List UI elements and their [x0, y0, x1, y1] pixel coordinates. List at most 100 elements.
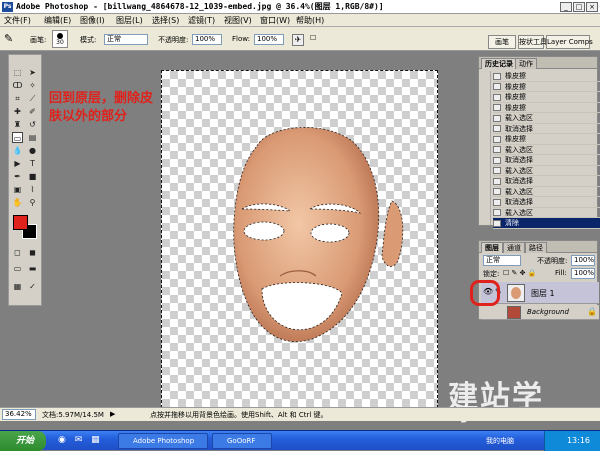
tab-paths[interactable]: 路径 [525, 242, 547, 253]
history-source-column [481, 71, 491, 225]
screen-mode-2-icon[interactable]: ▬ [27, 263, 38, 274]
hand-tool-icon[interactable]: ✋ [12, 197, 23, 208]
well-tab-brushes[interactable]: 画笔 [488, 35, 516, 49]
lasso-tool-icon[interactable]: ↀ [12, 80, 23, 91]
eraser-icon [493, 135, 501, 143]
healing-brush-icon[interactable]: ✚ [12, 106, 23, 117]
history-item[interactable]: 载入选区 [493, 187, 600, 197]
layer-opacity-field[interactable]: 100% [571, 255, 595, 266]
start-button[interactable]: 开始 [0, 431, 46, 451]
well-tab-tool-presets[interactable]: 按状工具 [518, 35, 547, 49]
lock-icons[interactable]: ☐ ✎ ✥ 🔒 [503, 269, 536, 277]
marquee-tool-icon[interactable]: ⬚ [12, 67, 23, 78]
history-item[interactable]: 橡皮擦 [493, 103, 600, 113]
history-item[interactable]: 橡皮擦 [493, 71, 600, 82]
well-tab-layer-comps[interactable]: Layer Comps [546, 35, 593, 49]
system-tray-clock[interactable]: 13:16 [544, 431, 600, 451]
tab-actions[interactable]: 动作 [515, 58, 537, 69]
history-item[interactable]: 载入选区 [493, 208, 600, 218]
path-select-icon[interactable]: ▶ [12, 158, 23, 169]
dodge-tool-icon[interactable]: ● [27, 145, 38, 156]
zoom-field[interactable]: 36.42% [2, 409, 36, 420]
history-item[interactable]: 取消选择 [493, 124, 600, 134]
selection-icon [493, 114, 501, 122]
mode-select[interactable]: 正常 [104, 34, 148, 45]
imageready-icon[interactable]: ✓ [27, 281, 38, 292]
document-canvas[interactable] [161, 70, 438, 408]
notes-tool-icon[interactable]: ▣ [12, 184, 23, 195]
tab-history[interactable]: 历史记录 [481, 58, 517, 69]
flow-field[interactable]: 100% [254, 34, 284, 45]
menu-select[interactable]: 选择(S) [152, 15, 179, 26]
standard-mode-icon[interactable]: ◻ [12, 247, 23, 258]
task-photoshop[interactable]: Adobe Photoshop [118, 433, 208, 449]
magic-wand-icon[interactable]: ✧ [27, 80, 38, 91]
menu-edit[interactable]: 编辑(E) [44, 15, 71, 26]
eyedropper-icon[interactable]: ⌇ [27, 184, 38, 195]
pen-tool-icon[interactable]: ✒ [12, 171, 23, 182]
status-arrow-icon[interactable]: ▶ [110, 410, 115, 418]
brush-picker[interactable]: 30 [52, 30, 68, 48]
history-item[interactable]: 清除 [493, 218, 600, 229]
maximize-button[interactable]: □ [573, 2, 585, 12]
eraser-tool-icon: ✎ [4, 32, 14, 45]
layer-blend-mode-select[interactable]: 正常 [483, 255, 521, 266]
history-item[interactable]: 载入选区 [493, 166, 600, 176]
flow-label: Flow: [232, 35, 250, 43]
airbrush-icon[interactable]: ✈ [292, 34, 304, 46]
zoom-tool-icon[interactable]: ⚲ [27, 197, 38, 208]
clone-stamp-icon[interactable]: ♜ [12, 119, 23, 130]
eraser-tool-icon[interactable]: ▭ [12, 132, 23, 143]
foreground-color-swatch[interactable] [13, 215, 28, 230]
history-item-label: 取消选择 [505, 198, 533, 206]
minimize-button[interactable]: _ [560, 2, 572, 12]
menu-filter[interactable]: 滤镜(T) [188, 15, 215, 26]
highlight-circle [470, 280, 500, 306]
lock-icon: 🔒 [587, 307, 597, 316]
crop-tool-icon[interactable]: ⌗ [12, 93, 23, 104]
taskbar: 开始 ◉ ✉ ▦ Adobe Photoshop GoOoRF 我的电脑 13:… [0, 430, 600, 451]
slice-tool-icon[interactable]: ⟋ [27, 93, 38, 104]
menu-view[interactable]: 视图(V) [224, 15, 252, 26]
screen-mode-3-icon[interactable]: ▦ [12, 281, 23, 292]
quick-launch-icons[interactable]: ◉ ✉ ▦ [58, 435, 108, 447]
menu-layer[interactable]: 图层(L) [116, 15, 143, 26]
history-item[interactable]: 载入选区 [493, 145, 600, 155]
history-item[interactable]: 取消选择 [493, 155, 600, 166]
layers-panel-tabs: 图层 通道 路径 [479, 241, 597, 253]
fill-field[interactable]: 100% [571, 268, 595, 279]
shape-tool-icon[interactable]: ■ [27, 171, 38, 182]
history-item-label: 载入选区 [505, 166, 533, 175]
menu-file[interactable]: 文件(F) [4, 15, 31, 26]
screen-mode-1-icon[interactable]: ▭ [12, 263, 23, 274]
tab-layers[interactable]: 图层 [481, 242, 503, 253]
selection-icon [493, 156, 501, 164]
history-item[interactable]: 橡皮擦 [493, 82, 600, 92]
blur-tool-icon[interactable]: 💧 [12, 145, 23, 156]
history-brush-icon[interactable]: ↺ [27, 119, 38, 130]
opacity-field[interactable]: 100% [192, 34, 222, 45]
history-item[interactable]: 橡皮擦 [493, 92, 600, 103]
task-gooorf[interactable]: GoOoRF [212, 433, 272, 449]
history-item[interactable]: 橡皮擦 [493, 134, 600, 145]
tray-label: 我的电脑 [486, 437, 514, 445]
history-item-label: 橡皮擦 [505, 72, 526, 80]
menu-bar: 文件(F) 编辑(E) 图像(I) 图层(L) 选择(S) 滤镜(T) 视图(V… [0, 14, 600, 27]
move-tool-icon[interactable]: ➤ [27, 67, 38, 78]
history-item-label: 取消选择 [505, 156, 533, 164]
close-button[interactable]: × [586, 2, 598, 12]
history-item[interactable]: 取消选择 [493, 176, 600, 187]
menu-window[interactable]: 窗口(W) [260, 15, 290, 26]
tab-channels[interactable]: 通道 [503, 242, 525, 253]
selection-icon [493, 167, 501, 174]
erase-to-history-checkbox[interactable]: ☐ [310, 34, 380, 46]
quick-mask-icon[interactable]: ◼ [27, 247, 38, 258]
gradient-tool-icon[interactable]: ▤ [27, 132, 38, 143]
brush-tool-icon[interactable]: ✐ [27, 106, 38, 117]
menu-help[interactable]: 帮助(H) [296, 15, 324, 26]
layer-row-background[interactable]: Background 🔒 [481, 305, 599, 320]
type-tool-icon[interactable]: T [27, 158, 38, 169]
history-item[interactable]: 取消选择 [493, 197, 600, 208]
menu-image[interactable]: 图像(I) [80, 15, 105, 26]
history-item[interactable]: 载入选区 [493, 113, 600, 124]
